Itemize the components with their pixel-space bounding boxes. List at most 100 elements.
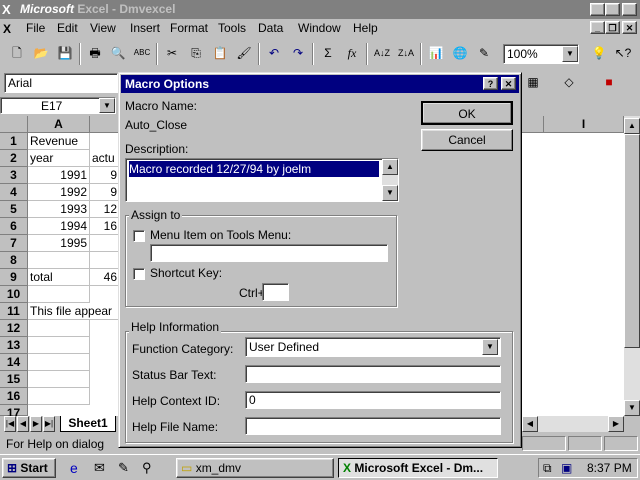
doc-restore-button[interactable]: ❐ — [605, 21, 620, 34]
row-header[interactable]: 12 — [0, 320, 28, 337]
paste-icon[interactable]: 📋 — [209, 43, 231, 65]
spelling-icon[interactable]: ABC — [131, 43, 153, 65]
menu-item-input[interactable] — [150, 244, 388, 262]
cell-a16[interactable] — [28, 388, 90, 405]
cell-b3[interactable]: 9 — [90, 167, 120, 184]
menu-insert[interactable]: Insert — [130, 21, 160, 35]
cell-a5[interactable]: 1993 — [28, 201, 90, 218]
function-category-select[interactable]: User Defined ▼ — [245, 337, 501, 357]
row-header[interactable]: 10 — [0, 286, 28, 303]
excel-app-icon[interactable]: X — [2, 2, 17, 17]
row-header[interactable]: 17 — [0, 405, 28, 420]
menu-item-checkbox[interactable] — [133, 230, 145, 242]
cell-a12[interactable] — [28, 320, 90, 337]
row-header[interactable]: 16 — [0, 388, 28, 405]
scroll-left-arrow[interactable]: ◀ — [522, 416, 538, 432]
doc-minimize-button[interactable]: _ — [590, 21, 605, 34]
description-scroll-up[interactable]: ▲ — [382, 159, 398, 175]
print-icon[interactable]: 🖶 — [84, 43, 106, 65]
vertical-scrollbar[interactable]: ▲ ▼ — [624, 116, 640, 416]
menu-file[interactable]: File — [26, 21, 45, 35]
prev-sheet-arrow[interactable]: ◀ — [17, 416, 29, 432]
horizontal-scrollbar[interactable]: ◀ ▶ — [522, 416, 624, 432]
cell-a6[interactable]: 1994 — [28, 218, 90, 235]
start-button[interactable]: ⊞ Start — [2, 458, 56, 478]
scroll-down-arrow[interactable]: ▼ — [624, 400, 640, 416]
name-box-dropdown-arrow[interactable]: ▼ — [99, 98, 115, 113]
doc-close-button[interactable]: ✕ — [622, 21, 637, 34]
font-color-icon[interactable]: ■ — [598, 72, 620, 94]
notepad-icon[interactable]: ✎ — [118, 460, 129, 476]
row-header[interactable]: 8 — [0, 252, 28, 269]
row-header[interactable]: 11 — [0, 303, 28, 320]
function-category-dropdown-arrow[interactable]: ▼ — [482, 339, 498, 355]
column-header-i[interactable]: I — [544, 116, 624, 133]
last-sheet-arrow[interactable]: ▶| — [43, 416, 55, 432]
cell-b2[interactable]: actu — [90, 150, 120, 167]
font-select[interactable]: Arial — [4, 73, 118, 93]
row-header[interactable]: 13 — [0, 337, 28, 354]
row-header[interactable]: 14 — [0, 354, 28, 371]
sort-ascending-icon[interactable]: A↓Z — [371, 43, 393, 65]
row-header[interactable]: 5 — [0, 201, 28, 218]
cell-b4[interactable]: 9 — [90, 184, 120, 201]
menu-window[interactable]: Window — [298, 21, 341, 35]
sheet-tab-sheet1[interactable]: Sheet1 — [60, 416, 116, 432]
map-icon[interactable]: 🌐 — [449, 43, 471, 65]
minimize-button[interactable]: _ — [590, 3, 605, 16]
undo-icon[interactable]: ↶ — [263, 43, 285, 65]
dialog-title-bar[interactable]: Macro Options ? ✕ — [121, 75, 519, 93]
help-context-id-input[interactable]: 0 — [245, 391, 501, 409]
row-header[interactable]: 3 — [0, 167, 28, 184]
cell-b6[interactable]: 16 — [90, 218, 120, 235]
tip-wizard-icon[interactable]: 💡 — [588, 43, 610, 65]
restore-button[interactable]: ❐ — [605, 3, 620, 16]
first-sheet-arrow[interactable]: |◀ — [4, 416, 16, 432]
cell-a4[interactable]: 1992 — [28, 184, 90, 201]
cell-b7[interactable] — [90, 235, 120, 252]
close-button[interactable]: ✕ — [622, 3, 637, 16]
menu-view[interactable]: View — [90, 21, 116, 35]
shortcut-key-checkbox[interactable] — [133, 268, 145, 280]
cell-a2[interactable]: year — [28, 150, 90, 167]
zoom-select[interactable]: 100% ▼ — [503, 44, 579, 64]
row-header[interactable]: 9 — [0, 269, 28, 286]
menu-format[interactable]: Format — [170, 21, 208, 35]
select-all-corner[interactable] — [0, 116, 28, 133]
function-wizard-icon[interactable]: fx — [341, 43, 363, 65]
row-header[interactable]: 7 — [0, 235, 28, 252]
menu-edit[interactable]: Edit — [57, 21, 78, 35]
description-scrollbar[interactable]: ▲ ▼ — [382, 159, 398, 201]
cell-b9[interactable]: 46 — [90, 269, 120, 286]
sort-descending-icon[interactable]: Z↓A — [395, 43, 417, 65]
cell-a7[interactable]: 1995 — [28, 235, 90, 252]
cell-a1[interactable]: Revenue — [28, 133, 90, 150]
row-header[interactable]: 6 — [0, 218, 28, 235]
cell-a14[interactable] — [28, 354, 90, 371]
tray-volume-icon[interactable]: ▣ — [561, 461, 572, 475]
row-header[interactable]: 15 — [0, 371, 28, 388]
next-sheet-arrow[interactable]: ▶ — [30, 416, 42, 432]
cell-a8[interactable] — [28, 252, 90, 269]
cell-a15[interactable] — [28, 371, 90, 388]
dialog-close-button[interactable]: ✕ — [501, 77, 516, 90]
description-textbox[interactable]: Macro recorded 12/27/94 by joelm ▲ ▼ — [125, 158, 399, 202]
format-painter-icon[interactable]: 🖌 — [233, 43, 255, 65]
document-icon[interactable]: X — [3, 22, 17, 36]
clock[interactable]: 8:37 PM — [587, 461, 632, 475]
window-title-bar[interactable]: X Microsoft Excel - Dmvexcel _ ❐ ✕ — [0, 0, 640, 19]
scroll-thumb[interactable] — [624, 134, 640, 348]
menu-help[interactable]: Help — [353, 21, 378, 35]
name-box[interactable]: E17 ▼ — [0, 97, 116, 114]
cell-a10[interactable] — [28, 286, 90, 303]
cell-a3[interactable]: 1991 — [28, 167, 90, 184]
copy-icon[interactable]: ⎘ — [185, 43, 207, 65]
cell-a11[interactable]: This file appear — [28, 303, 120, 320]
description-scroll-down[interactable]: ▼ — [382, 185, 398, 201]
chart-wizard-icon[interactable]: 📊 — [425, 43, 447, 65]
cell-a13[interactable] — [28, 337, 90, 354]
help-file-name-input[interactable] — [245, 417, 501, 435]
outlook-icon[interactable]: ✉ — [94, 460, 105, 476]
cut-icon[interactable]: ✂ — [161, 43, 183, 65]
scroll-up-arrow[interactable]: ▲ — [624, 118, 640, 134]
